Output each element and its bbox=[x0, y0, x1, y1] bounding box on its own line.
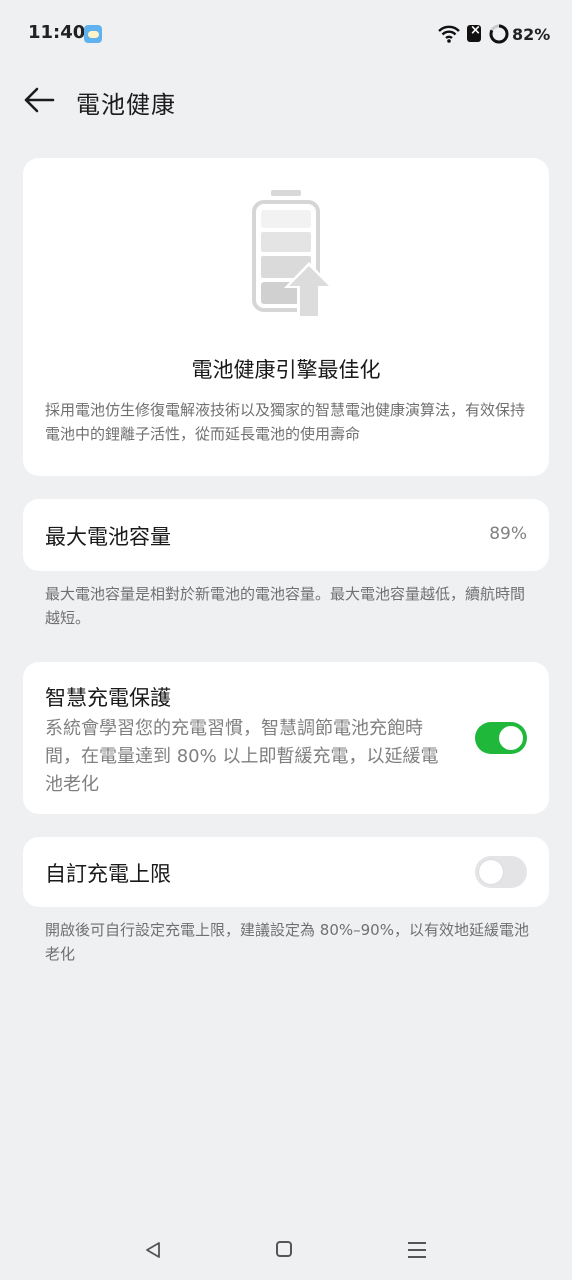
max-capacity-label: 最大電池容量 bbox=[45, 525, 171, 549]
hero-title: 電池健康引擎最佳化 bbox=[191, 358, 381, 382]
status-time: 11:40 bbox=[28, 22, 86, 43]
status-bar: 11:40 82% bbox=[0, 0, 572, 68]
battery-percent: 82% bbox=[512, 25, 551, 44]
battery-ring-icon bbox=[489, 24, 509, 44]
smart-charging-label: 智慧充電保護 bbox=[45, 686, 171, 710]
page-title: 電池健康 bbox=[76, 91, 176, 119]
max-capacity-value: 89% bbox=[489, 524, 527, 544]
toggle-knob bbox=[479, 860, 503, 884]
toggle-knob bbox=[499, 726, 523, 750]
sim-icon bbox=[467, 23, 481, 42]
battery-upgrade-illustration bbox=[252, 190, 334, 318]
back-arrow-icon[interactable] bbox=[22, 86, 56, 114]
charge-limit-toggle[interactable] bbox=[475, 856, 527, 888]
smart-charging-description: 系統會學習您的充電習慣，智慧調節電池充飽時間，在電量達到 80% 以上即暫緩充電… bbox=[45, 718, 439, 795]
weather-icon bbox=[84, 25, 102, 43]
smart-charging-toggle[interactable] bbox=[475, 722, 527, 754]
max-capacity-card: 最大電池容量 89% bbox=[23, 499, 549, 571]
charge-limit-label: 自訂充電上限 bbox=[45, 862, 171, 886]
max-capacity-note: 最大電池容量是相對於新電池的電池容量。最大電池容量越低，續航時間越短。 bbox=[45, 585, 526, 627]
battery-health-hero-card: 電池健康引擎最佳化 採用電池仿生修復電解液技術以及獨家的智慧電池健康演算法，有效… bbox=[23, 158, 549, 476]
wifi-icon bbox=[438, 25, 460, 43]
nav-menu-icon[interactable] bbox=[408, 1242, 426, 1263]
hero-description: 採用電池仿生修復電解液技術以及獨家的智慧電池健康演算法，有效保持電池中的鋰離子活… bbox=[45, 401, 526, 443]
nav-home-icon[interactable] bbox=[276, 1241, 292, 1257]
nav-back-icon[interactable] bbox=[143, 1240, 163, 1260]
charge-limit-note: 開啟後可自行設定充電上限，建議設定為 80%–90%，以有效地延緩電池老化 bbox=[45, 921, 529, 963]
smart-charging-card[interactable]: 智慧充電保護 系統會學習您的充電習慣，智慧調節電池充飽時間，在電量達到 80% … bbox=[23, 662, 549, 814]
charge-limit-card[interactable]: 自訂充電上限 bbox=[23, 837, 549, 907]
